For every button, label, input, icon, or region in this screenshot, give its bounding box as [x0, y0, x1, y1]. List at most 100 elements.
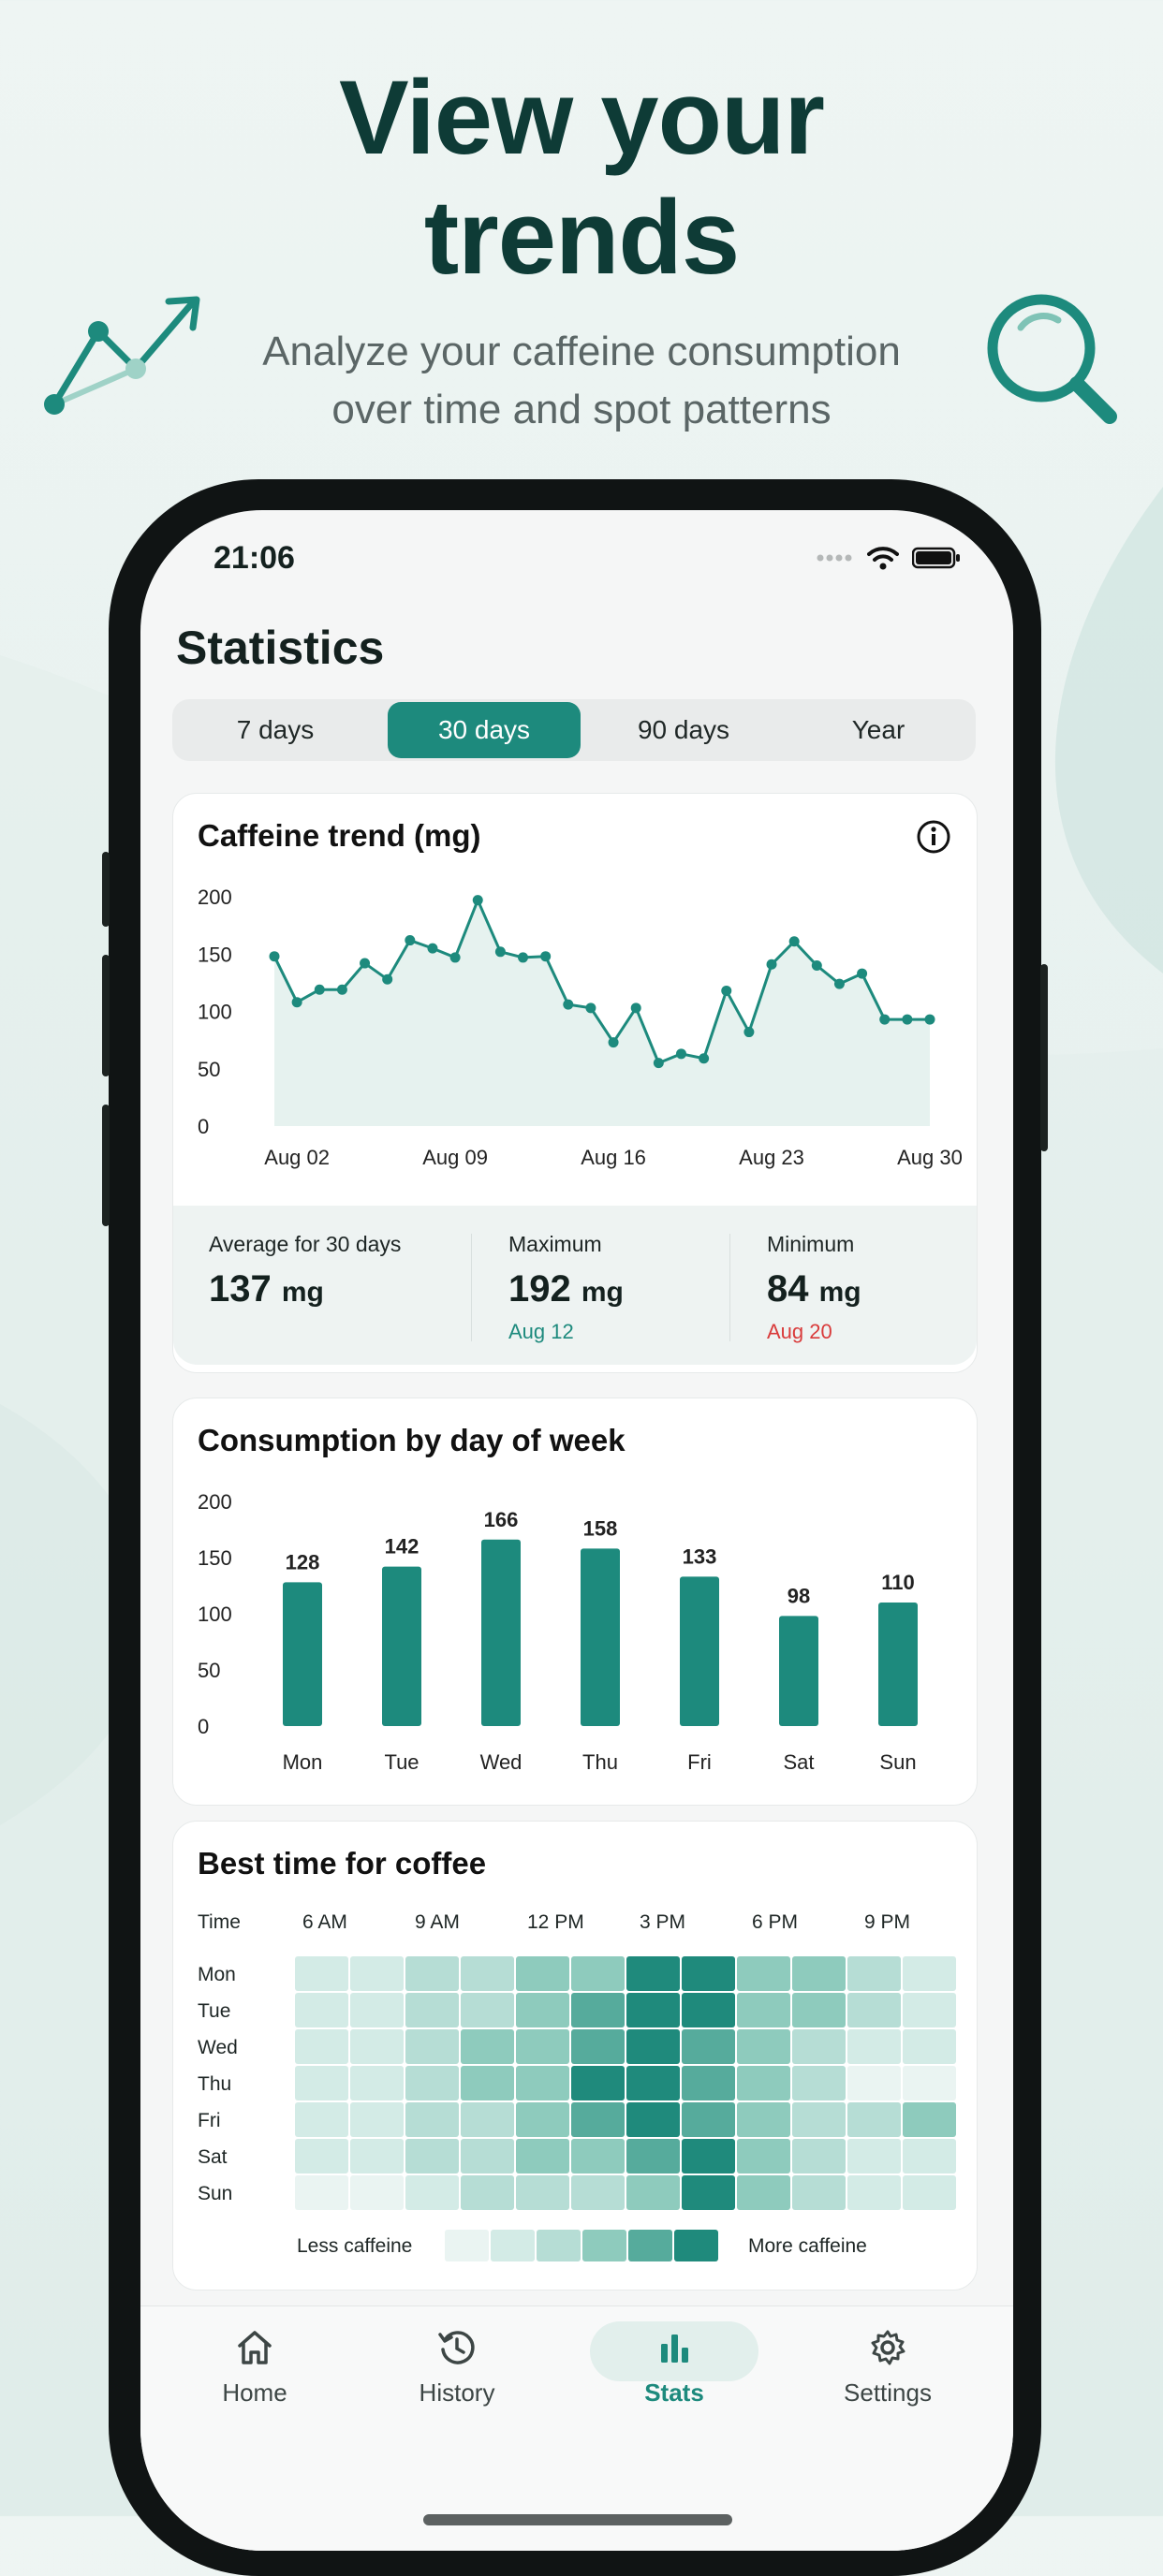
- heatmap-cell: [682, 1993, 735, 2027]
- trend-point: [518, 952, 529, 963]
- bar-data-label: 142: [385, 1535, 420, 1559]
- trend-point: [540, 951, 552, 962]
- heatmap-cell: [626, 2066, 680, 2100]
- heatmap-cell: [792, 2139, 846, 2174]
- trend-point: [291, 997, 302, 1008]
- hero-title: View your trends: [0, 58, 1163, 298]
- heatmap-cell: [571, 2102, 625, 2137]
- signal-dots-icon: [817, 554, 852, 562]
- tab-home[interactable]: Home: [170, 2327, 339, 2430]
- tab-history[interactable]: History: [373, 2327, 541, 2430]
- trend-point: [811, 960, 822, 971]
- heatmap-day-label: Mon: [198, 1964, 236, 1985]
- heatmap-cell: [295, 2139, 348, 2174]
- wifi-icon: [867, 547, 899, 570]
- bar: [283, 1582, 322, 1726]
- trend-point: [360, 958, 371, 969]
- trend-point: [314, 984, 325, 995]
- heatmap-cell: [571, 2139, 625, 2174]
- bar-data-label: 133: [683, 1544, 717, 1568]
- weekday-card-title: Consumption by day of week: [198, 1423, 626, 1457]
- info-icon[interactable]: [915, 818, 952, 856]
- heatmap-cell: [405, 2066, 459, 2100]
- heatmap-cell: [405, 1956, 459, 1991]
- heatmap-cell: [516, 2066, 569, 2100]
- bar-chart-icon: [661, 2334, 688, 2363]
- y-tick-label: 100: [198, 1603, 232, 1626]
- heatmap-cell: [405, 2175, 459, 2210]
- heatmap-cell: [847, 2175, 901, 2210]
- trend-point: [405, 935, 416, 946]
- maximum-date: Aug 12: [508, 1320, 574, 1343]
- x-tick-label: Aug 16: [581, 1146, 646, 1169]
- trend-point: [653, 1058, 664, 1069]
- heatmap-cell: [461, 2102, 514, 2137]
- heatmap-card-title: Best time for coffee: [198, 1846, 487, 1881]
- legend-swatch: [445, 2230, 489, 2261]
- trend-point: [563, 999, 574, 1010]
- heatmap-cell: [626, 2139, 680, 2174]
- minimum-label: Minimum: [767, 1232, 855, 1256]
- trend-point: [630, 1003, 641, 1014]
- trend-point: [675, 1048, 686, 1060]
- tab-settings-label: Settings: [844, 2378, 932, 2407]
- trend-point: [494, 946, 506, 958]
- y-tick-label: 200: [198, 1490, 232, 1514]
- battery-icon: [912, 547, 960, 569]
- x-tick-label: Aug 23: [739, 1146, 804, 1169]
- maximum-value-line: 192 mg: [508, 1268, 624, 1310]
- trend-point: [336, 984, 347, 995]
- bar-data-label: 166: [484, 1508, 519, 1531]
- tab-30-days[interactable]: 30 days: [388, 702, 581, 758]
- heatmap-cell: [847, 2066, 901, 2100]
- tab-stats[interactable]: Stats: [590, 2327, 758, 2430]
- heatmap-cell: [461, 1993, 514, 2027]
- heatmap-cell: [350, 2066, 404, 2100]
- minimum-value: 84: [767, 1268, 809, 1310]
- weekday-bar-chart: 0 50 100 150 200 128 Mon 142 Tue 166 Wed 158 Thu 133 F…: [198, 1490, 918, 1774]
- trend-point: [449, 952, 461, 963]
- x-tick-label: Aug 09: [422, 1146, 488, 1169]
- trend-line-chart: 0 50 100 150 200 Aug 02 Aug 09 Aug 16 Aug 23 Aug …: [198, 886, 963, 1169]
- heatmap-cell: [626, 2175, 680, 2210]
- heatmap-cell: [682, 2066, 735, 2100]
- heatmap-cell: [903, 2029, 956, 2064]
- y-tick-label: 150: [198, 943, 232, 966]
- tab-7-days[interactable]: 7 days: [176, 699, 375, 761]
- heatmap-cell: [461, 1956, 514, 1991]
- bar: [779, 1616, 818, 1726]
- tab-year[interactable]: Year: [785, 699, 972, 761]
- heatmap-day-label: Sun: [198, 2183, 233, 2204]
- legend-swatch: [491, 2230, 535, 2261]
- heatmap-day-label: Tue: [198, 2000, 231, 2022]
- heatmap-cell: [737, 2102, 790, 2137]
- heatmap-cell: [295, 2029, 348, 2064]
- range-segmented-control: 7 days 30 days 90 days Year: [172, 699, 976, 761]
- trend-card-title: Caffeine trend (mg): [198, 818, 481, 853]
- tab-90-days[interactable]: 90 days: [584, 699, 783, 761]
- stat-divider: [729, 1234, 730, 1341]
- legend-swatch: [582, 2230, 626, 2261]
- heatmap-cell: [516, 1993, 569, 2027]
- status-time: 21:06: [213, 540, 295, 576]
- hero-title-line2: trends: [423, 179, 740, 296]
- heatmap-cell: [350, 2102, 404, 2137]
- legend-less-label: Less caffeine: [297, 2235, 413, 2257]
- heatmap-cell: [792, 1956, 846, 1991]
- heatmap-cell: [903, 1993, 956, 2027]
- heatmap-time-header: Time: [198, 1911, 241, 1933]
- heatmap-time-label: 9 PM: [864, 1911, 911, 1933]
- heatmap-day-label: Fri: [198, 2110, 221, 2131]
- heatmap-cell: [571, 2175, 625, 2210]
- heatmap-cell: [405, 2139, 459, 2174]
- heatmap-cell: [682, 2175, 735, 2210]
- tab-settings[interactable]: Settings: [803, 2327, 972, 2430]
- bar-data-label: 110: [881, 1571, 915, 1594]
- legend-more-label: More caffeine: [748, 2235, 867, 2257]
- trend-point: [833, 978, 845, 989]
- heatmap-cell: [792, 2029, 846, 2064]
- heatmap-cell: [847, 2029, 901, 2064]
- average-value-line: 137 mg: [209, 1268, 401, 1310]
- heatmap-cell: [682, 2139, 735, 2174]
- y-tick-label: 50: [198, 1659, 220, 1682]
